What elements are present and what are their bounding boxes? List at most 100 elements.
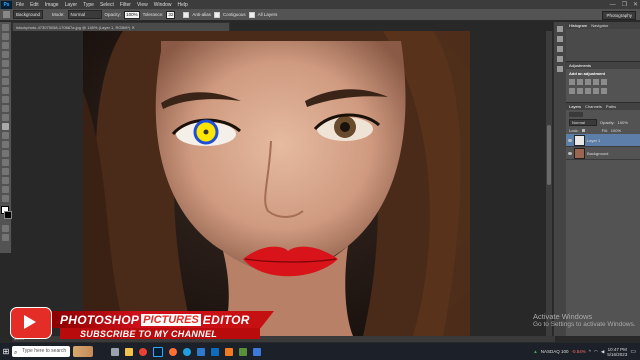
- layer-opacity-value[interactable]: 100%: [618, 120, 628, 125]
- news-thumbnail-icon[interactable]: [73, 346, 93, 357]
- channel-mixer-icon[interactable]: [601, 88, 607, 94]
- pen-tool-icon[interactable]: [2, 150, 9, 157]
- portrait-photo[interactable]: [83, 31, 470, 336]
- close-button[interactable]: ✕: [633, 1, 638, 8]
- stock-up-icon: ▲: [533, 349, 538, 354]
- screen-mode-icon[interactable]: [2, 234, 9, 241]
- maximize-button[interactable]: ❐: [622, 1, 627, 8]
- speaker-icon[interactable]: ◀: [601, 349, 604, 355]
- app-icon[interactable]: [253, 347, 261, 356]
- menu-layer[interactable]: Layer: [65, 2, 78, 8]
- eraser-tool-icon[interactable]: [2, 114, 9, 121]
- wifi-icon[interactable]: ◠: [594, 349, 598, 355]
- levels-icon[interactable]: [577, 79, 583, 85]
- healing-brush-tool-icon[interactable]: [2, 78, 9, 85]
- fill-value[interactable]: 100%: [611, 128, 621, 133]
- menu-file[interactable]: File: [16, 2, 24, 8]
- brush-tool-icon[interactable]: [2, 87, 9, 94]
- blur-tool-icon[interactable]: [2, 132, 9, 139]
- notification-icon[interactable]: ▭: [630, 348, 636, 355]
- menu-view[interactable]: View: [137, 2, 148, 8]
- move-tool-icon[interactable]: [2, 24, 9, 31]
- marquee-tool-icon[interactable]: [2, 33, 9, 40]
- path-select-tool-icon[interactable]: [2, 168, 9, 175]
- background-color-swatch[interactable]: [4, 211, 12, 219]
- antialias-checkbox[interactable]: [183, 11, 190, 18]
- opacity-field[interactable]: 100%: [124, 10, 140, 19]
- tab-navigator[interactable]: Navigator: [591, 22, 608, 29]
- taskbar-search-input[interactable]: ⌕ Type here to search: [12, 346, 70, 357]
- lock-icon[interactable]: [581, 128, 585, 132]
- type-tool-icon[interactable]: [2, 159, 9, 166]
- hue-saturation-icon[interactable]: [569, 88, 575, 94]
- tab-adjustments[interactable]: Adjustments: [569, 62, 591, 69]
- quick-select-tool-icon[interactable]: [2, 51, 9, 58]
- visibility-eye-icon[interactable]: [568, 151, 572, 155]
- menu-select[interactable]: Select: [100, 2, 114, 8]
- dodge-tool-icon[interactable]: [2, 141, 9, 148]
- contiguous-checkbox[interactable]: [213, 11, 220, 18]
- vlc-icon[interactable]: [225, 347, 233, 356]
- workspace-dropdown[interactable]: Photography: [602, 11, 636, 20]
- crop-tool-icon[interactable]: [2, 60, 9, 67]
- app-icon[interactable]: [239, 347, 247, 356]
- tab-channels[interactable]: Channels: [585, 103, 602, 110]
- menu-edit[interactable]: Edit: [30, 2, 39, 8]
- blend-mode-dropdown[interactable]: Normal: [569, 118, 597, 126]
- quick-mask-icon[interactable]: [2, 225, 9, 232]
- exposure-icon[interactable]: [593, 79, 599, 85]
- mail-icon[interactable]: [211, 347, 219, 356]
- eyedropper-tool-icon[interactable]: [2, 69, 9, 76]
- minimize-button[interactable]: —: [610, 2, 616, 8]
- tab-paths[interactable]: Paths: [606, 103, 616, 110]
- file-explorer-icon[interactable]: [125, 347, 133, 356]
- history-brush-tool-icon[interactable]: [2, 105, 9, 112]
- scrollbar-thumb[interactable]: [547, 125, 551, 185]
- vibrance-icon[interactable]: [601, 79, 607, 85]
- brightness-icon[interactable]: [569, 79, 575, 85]
- hand-tool-icon[interactable]: [2, 186, 9, 193]
- menu-filter[interactable]: Filter: [120, 2, 131, 8]
- task-view-icon[interactable]: [111, 347, 119, 356]
- clock[interactable]: 10:47 PM 5/16/2023: [607, 347, 627, 357]
- paint-bucket-tool-icon[interactable]: [2, 123, 9, 130]
- menu-window[interactable]: Window: [154, 2, 172, 8]
- menu-image[interactable]: Image: [45, 2, 59, 8]
- ticker-name[interactable]: NASDAQ 100: [541, 349, 569, 354]
- photoshop-taskbar-icon[interactable]: [153, 346, 163, 357]
- color-balance-icon[interactable]: [577, 88, 583, 94]
- layer-row-layer-1[interactable]: Layer 1: [566, 134, 640, 147]
- tolerance-field[interactable]: 32: [166, 10, 176, 19]
- adjustments-title: Add an adjustment: [569, 71, 606, 76]
- edge-icon[interactable]: [183, 347, 191, 356]
- zoom-tool-icon[interactable]: [2, 195, 9, 202]
- chrome-icon[interactable]: [139, 347, 147, 356]
- windows-start-icon[interactable]: ⊞: [0, 343, 12, 360]
- history-panel-icon[interactable]: [557, 26, 563, 32]
- clone-stamp-tool-icon[interactable]: [2, 96, 9, 103]
- properties-panel-icon[interactable]: [557, 36, 563, 42]
- photo-filter-icon[interactable]: [593, 88, 599, 94]
- paint-bucket-tool-icon[interactable]: [3, 11, 10, 18]
- lasso-tool-icon[interactable]: [2, 42, 9, 49]
- all-layers-checkbox[interactable]: [248, 11, 255, 18]
- visibility-eye-icon[interactable]: [568, 138, 572, 142]
- store-icon[interactable]: [197, 347, 205, 356]
- character-panel-icon[interactable]: [557, 56, 563, 62]
- menu-type[interactable]: Type: [83, 2, 94, 8]
- panel-icon-strip: [553, 22, 566, 336]
- mode-dropdown[interactable]: Normal: [67, 10, 102, 19]
- layer-row-background[interactable]: Background: [566, 147, 640, 160]
- tray-chevron-icon[interactable]: ^: [589, 349, 591, 354]
- tab-layers[interactable]: Layers: [569, 103, 581, 110]
- filter-kind-icon[interactable]: [569, 111, 583, 117]
- black-white-icon[interactable]: [585, 88, 591, 94]
- paragraph-panel-icon[interactable]: [557, 66, 563, 72]
- firefox-icon[interactable]: [169, 347, 177, 356]
- sample-dropdown[interactable]: Background: [13, 10, 44, 19]
- shape-tool-icon[interactable]: [2, 177, 9, 184]
- tab-histogram[interactable]: Histogram: [569, 22, 587, 29]
- menu-help[interactable]: Help: [178, 2, 188, 8]
- curves-icon[interactable]: [585, 79, 591, 85]
- brush-panel-icon[interactable]: [557, 46, 563, 52]
